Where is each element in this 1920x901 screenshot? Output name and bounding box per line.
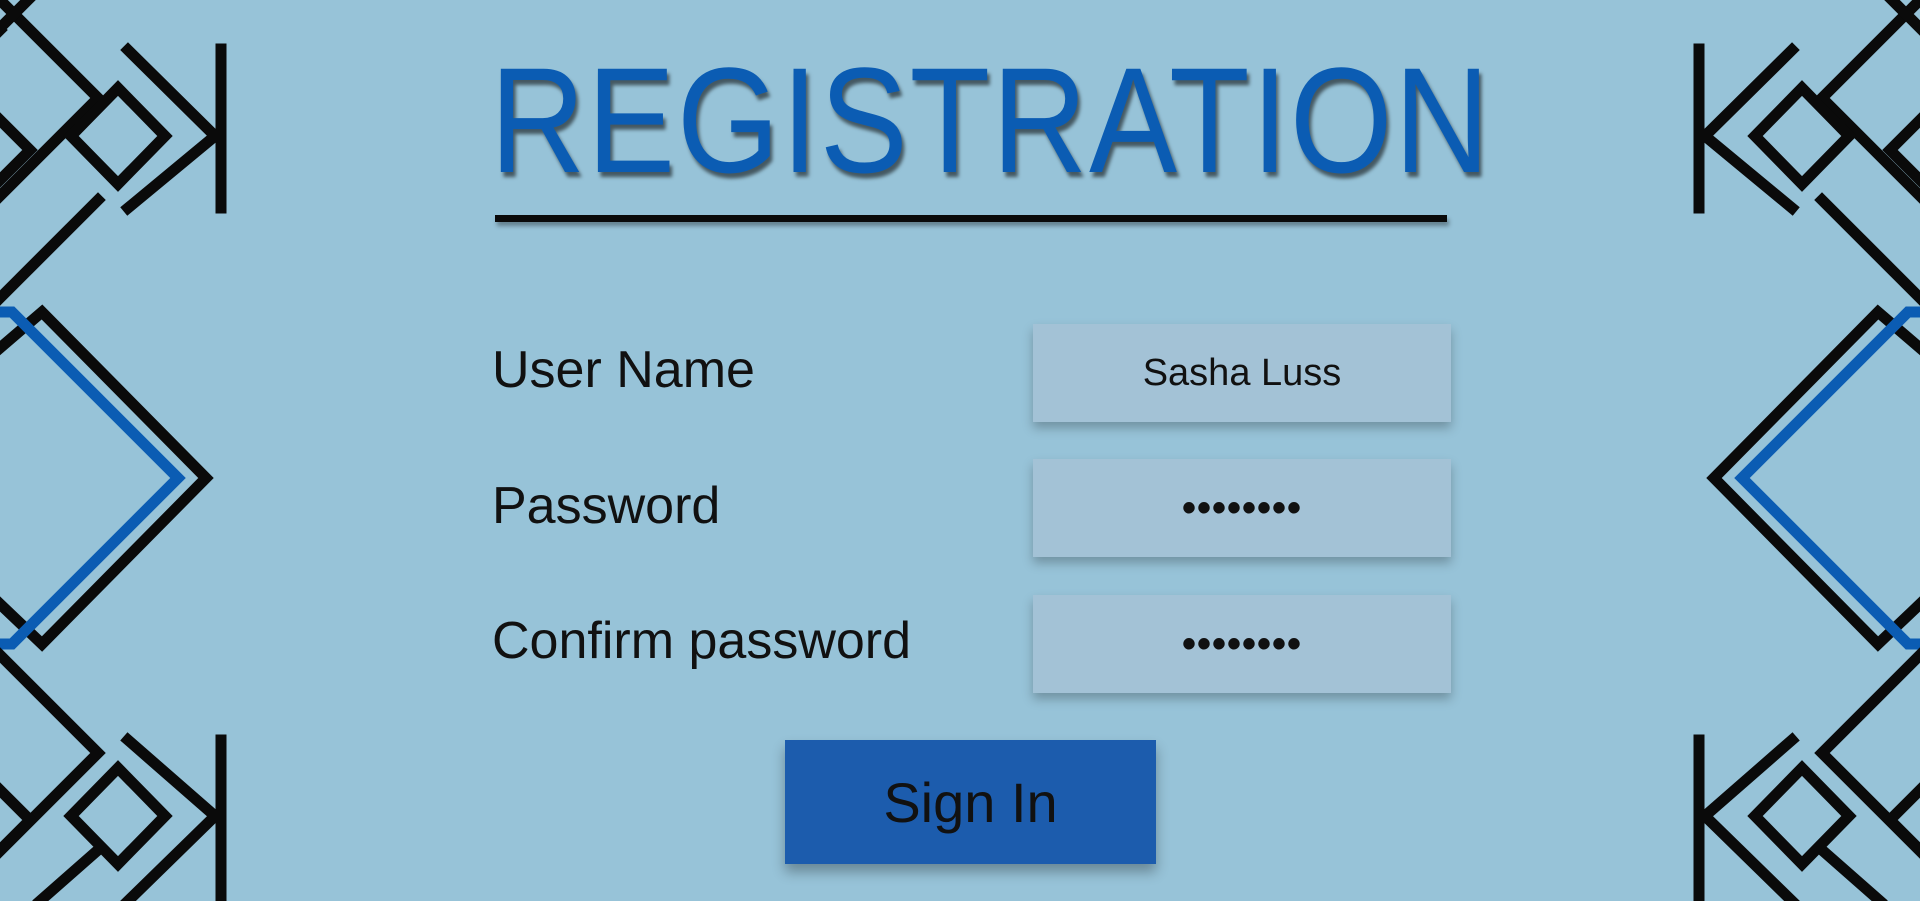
password-label: Password <box>492 477 721 535</box>
title-underline <box>495 215 1447 222</box>
sign-in-button[interactable]: Sign In <box>785 740 1156 864</box>
confirm-password-label: Confirm password <box>492 612 912 670</box>
username-input[interactable] <box>1033 324 1451 422</box>
username-label: User Name <box>492 341 755 399</box>
password-input[interactable] <box>1033 459 1451 557</box>
confirm-password-input[interactable] <box>1033 595 1451 693</box>
page-title: REGISTRATION <box>490 36 1492 204</box>
left-decorative-ornament <box>0 0 227 901</box>
right-decorative-ornament <box>1693 0 1920 901</box>
